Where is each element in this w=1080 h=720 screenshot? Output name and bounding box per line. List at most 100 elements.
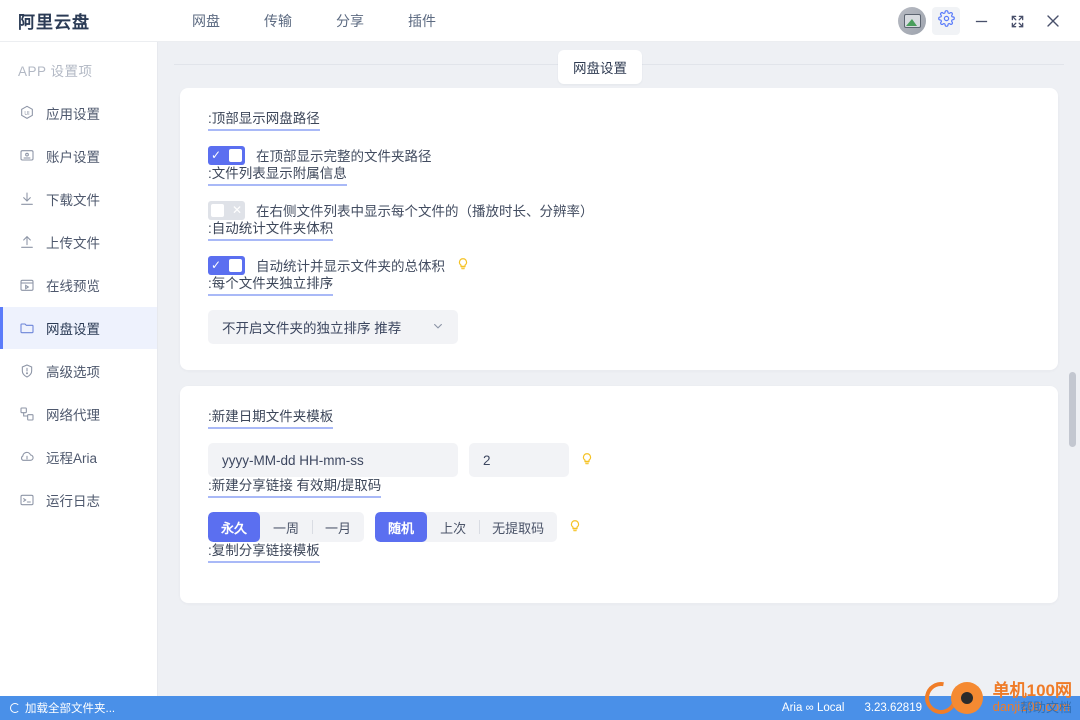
code-option-none[interactable]: 无提取码 <box>479 512 557 542</box>
sidebar-item-label: 账户设置 <box>46 150 100 165</box>
sidebar-item-label: 高级选项 <box>46 365 100 380</box>
account-card-icon <box>18 148 35 165</box>
select-folder-sort-value: 不开启文件夹的独立排序 推荐 <box>222 321 402 336</box>
cloud-icon <box>18 449 35 466</box>
folder-icon <box>18 320 35 337</box>
caption-show-file-meta: 在右侧文件列表中显示每个文件的（播放时长、分辨率） <box>256 204 594 219</box>
row-file-list-info: ✕ 在右侧文件列表中显示每个文件的（播放时长、分辨率） <box>208 200 1030 220</box>
toggle-show-full-path[interactable]: ✓ <box>208 145 245 165</box>
group-folder-size: :自动统计文件夹体积 ✓ 自动统计并显示文件夹的总体积 <box>208 220 1030 275</box>
minimize-button[interactable] <box>966 6 996 36</box>
lightbulb-icon[interactable] <box>568 518 582 536</box>
close-button[interactable] <box>1038 6 1068 36</box>
sidebar-item-label: 网盘设置 <box>46 322 100 337</box>
group-top-path: :顶部显示网盘路径 ✓ 在顶部显示完整的文件夹路径 <box>208 110 1030 165</box>
expiry-option-permanent[interactable]: 永久 <box>208 512 261 542</box>
close-icon <box>1045 13 1061 29</box>
lightbulb-icon[interactable] <box>456 256 470 274</box>
spinner-icon <box>10 703 20 713</box>
label-share-link: :新建分享链接 有效期/提取码 <box>208 477 382 498</box>
terminal-icon <box>18 492 35 509</box>
label-date-template: :新建日期文件夹模板 <box>208 408 334 429</box>
top-nav: 网盘 传输 分享 插件 <box>192 11 436 31</box>
toggle-show-file-meta[interactable]: ✕ <box>208 200 245 220</box>
input-date-count[interactable] <box>469 443 569 477</box>
nav-item-share[interactable]: 分享 <box>336 11 364 31</box>
sidebar-item-label: 运行日志 <box>46 494 100 509</box>
sidebar-item-download[interactable]: 下载文件 <box>0 178 157 220</box>
preview-play-icon <box>18 277 35 294</box>
sidebar-item-upload[interactable]: 上传文件 <box>0 221 157 263</box>
sidebar-item-run-log[interactable]: 运行日志 <box>0 479 157 521</box>
sidebar-section-title: APP 设置项 <box>18 64 93 79</box>
vertical-scrollbar[interactable] <box>1069 372 1076 447</box>
upload-icon <box>18 234 35 251</box>
check-icon: ✓ <box>211 148 222 162</box>
toggle-knob <box>229 258 242 272</box>
sidebar-item-label: 上传文件 <box>46 236 100 251</box>
status-loading-text: 加载全部文件夹... <box>25 703 116 715</box>
input-date-template[interactable] <box>208 443 458 477</box>
maximize-button[interactable] <box>1002 6 1032 36</box>
maximize-icon <box>1010 14 1025 29</box>
settings-button[interactable] <box>932 7 960 35</box>
sidebar-item-online-preview[interactable]: 在线预览 <box>0 264 157 306</box>
group-folder-sort: :每个文件夹独立排序 不开启文件夹的独立排序 推荐 <box>208 275 1030 344</box>
segment-extract-code: 随机 上次 无提取码 <box>375 512 558 542</box>
title-bar: 阿里云盘 网盘 传输 分享 插件 <box>0 0 1080 42</box>
expiry-option-week[interactable]: 一周 <box>260 512 312 542</box>
row-share-link: 永久 一周 一月 随机 上次 无提取码 <box>208 512 1030 542</box>
expiry-option-month[interactable]: 一月 <box>312 512 364 542</box>
toggle-knob <box>211 203 224 217</box>
sidebar-item-advanced[interactable]: 高级选项 <box>0 350 157 392</box>
sidebar-item-app-settings[interactable]: UI 应用设置 <box>0 92 157 134</box>
group-copy-template: :复制分享链接模板 <box>208 542 1030 577</box>
sidebar-item-label: 应用设置 <box>46 107 100 122</box>
code-option-last[interactable]: 上次 <box>427 512 479 542</box>
nav-item-plugin[interactable]: 插件 <box>408 11 436 31</box>
sidebar-item-label: 在线预览 <box>46 279 100 294</box>
nav-item-pan[interactable]: 网盘 <box>192 11 220 31</box>
settings-card-general: :顶部显示网盘路径 ✓ 在顶部显示完整的文件夹路径 :文件列表显示附属信息 ✕ <box>180 88 1058 370</box>
gear-icon <box>937 10 955 32</box>
window-controls <box>898 0 1068 42</box>
code-option-random[interactable]: 随机 <box>375 512 428 542</box>
status-version: 3.23.62819 <box>864 702 922 714</box>
group-date-template: :新建日期文件夹模板 <box>208 408 1030 477</box>
ui-hexagon-icon: UI <box>18 105 35 122</box>
select-folder-sort[interactable]: 不开启文件夹的独立排序 推荐 <box>208 310 458 344</box>
sidebar-item-label: 下载文件 <box>46 193 100 208</box>
cross-icon: ✕ <box>231 203 242 217</box>
lightbulb-icon[interactable] <box>580 451 594 469</box>
check-icon: ✓ <box>211 258 222 272</box>
chevron-down-icon <box>432 320 444 335</box>
segment-expiry: 永久 一周 一月 <box>208 512 365 542</box>
sidebar-item-label: 远程Aria <box>46 451 98 466</box>
label-file-list-info: :文件列表显示附属信息 <box>208 165 347 186</box>
toggle-auto-folder-size[interactable]: ✓ <box>208 255 245 275</box>
label-copy-template: :复制分享链接模板 <box>208 542 320 563</box>
shield-alert-icon <box>18 363 35 380</box>
app-brand: 阿里云盘 <box>18 13 90 32</box>
tab-strip: 网盘设置 <box>158 42 1080 88</box>
group-share-link: :新建分享链接 有效期/提取码 永久 一周 一月 随机 上次 无提取码 <box>208 477 1030 542</box>
avatar[interactable] <box>898 7 926 35</box>
tab-pan-settings[interactable]: 网盘设置 <box>558 50 642 84</box>
sidebar: APP 设置项 UI 应用设置 账户设置 下载文件 上传文件 在线预览 网盘设置… <box>0 42 158 696</box>
sidebar-item-remote-aria[interactable]: 远程Aria <box>0 436 157 478</box>
status-right: Aria ∞ Local 3.23.62819 <box>782 702 922 714</box>
sidebar-item-label: 网络代理 <box>46 408 100 423</box>
status-aria: Aria ∞ Local <box>781 702 845 714</box>
group-file-list-info: :文件列表显示附属信息 ✕ 在右侧文件列表中显示每个文件的（播放时长、分辨率） <box>208 165 1030 220</box>
network-proxy-icon <box>18 406 35 423</box>
nav-item-transfer[interactable]: 传输 <box>264 11 292 31</box>
status-bar: 加载全部文件夹... Aria ∞ Local 3.23.62819 <box>0 696 1080 720</box>
caption-auto-folder-size: 自动统计并显示文件夹的总体积 <box>256 259 445 274</box>
sidebar-item-account-settings[interactable]: 账户设置 <box>0 135 157 177</box>
minimize-icon <box>974 14 989 29</box>
sidebar-item-pan-settings[interactable]: 网盘设置 <box>0 307 157 349</box>
sidebar-item-network-proxy[interactable]: 网络代理 <box>0 393 157 435</box>
avatar-image-icon <box>903 14 921 28</box>
row-folder-sort: 不开启文件夹的独立排序 推荐 <box>208 310 1030 344</box>
row-date-template <box>208 443 1030 477</box>
